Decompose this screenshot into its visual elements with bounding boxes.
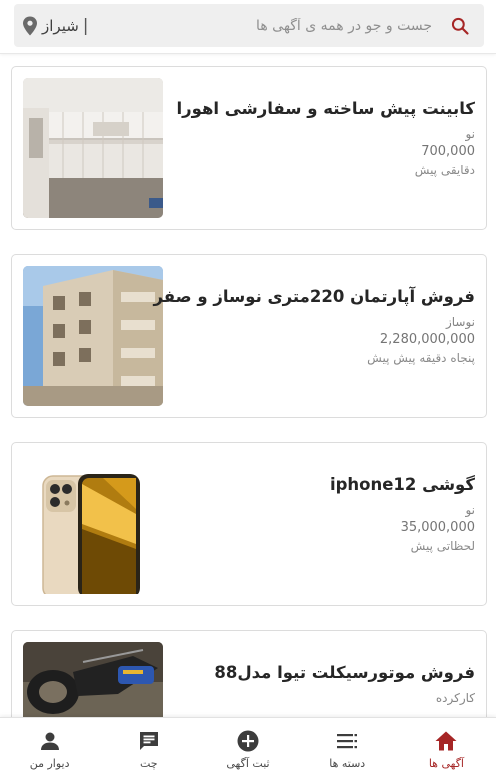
listing-title[interactable]: گوشی iphone12: [175, 473, 475, 497]
listing-condition: نوساز: [445, 315, 475, 329]
city-separator: |: [82, 16, 89, 36]
person-icon: [40, 732, 59, 750]
chat-icon: [139, 731, 158, 750]
listing-card[interactable]: کابینت پیش ساخته و سفارشی اهورا نو 700,0…: [11, 66, 487, 230]
nav-label: ثبت آگهی: [226, 756, 270, 770]
nav-label: دیوار من: [29, 756, 70, 770]
listing-time: پنجاه دقیقه پیش پیش: [367, 351, 475, 365]
nav-label: آگهی ها: [428, 756, 464, 770]
categories-icon: [337, 733, 358, 748]
nav-chat[interactable]: چت: [99, 718, 198, 778]
listing-price: 35,000,000: [400, 520, 475, 535]
listing-image[interactable]: [23, 642, 163, 717]
bottom-navigation: دیوار من چت ثبت آگهی دسته ها آگهی ها: [0, 717, 496, 778]
listing-info: کابینت پیش ساخته و سفارشی اهورا نو 700,0…: [175, 97, 475, 179]
listing-condition: نو: [465, 127, 475, 141]
listing-info: گوشی iphone12 نو 35,000,000 لحظاتی پیش: [175, 473, 475, 555]
listing-condition: نو: [465, 503, 475, 517]
listing-image[interactable]: [23, 78, 163, 218]
top-bar: شیراز |: [0, 0, 496, 54]
listing-price: 700,000: [421, 144, 475, 159]
listing-feed[interactable]: کابینت پیش ساخته و سفارشی اهورا نو 700,0…: [0, 54, 496, 717]
listing-image[interactable]: [23, 454, 163, 594]
search-icon[interactable]: [450, 16, 470, 36]
nav-my-divar[interactable]: دیوار من: [0, 718, 99, 778]
search-bar[interactable]: شیراز |: [14, 4, 484, 47]
nav-label: چت: [140, 756, 158, 770]
home-icon: [435, 731, 457, 750]
listing-condition: کارکرده: [435, 691, 475, 705]
listing-time: دقایقی پیش: [414, 163, 475, 177]
listing-card[interactable]: فروش موتورسیکلت تیوا مدل88 کارکرده: [11, 630, 487, 717]
search-input[interactable]: [172, 14, 432, 38]
listing-info: فروش موتورسیکلت تیوا مدل88 کارکرده: [175, 661, 475, 707]
listing-title[interactable]: کابینت پیش ساخته و سفارشی اهورا: [175, 97, 475, 121]
listing-info: فروش آپارتمان 220متری نوساز و صفر نوساز …: [154, 285, 476, 367]
listing-price: 2,280,000,000: [379, 332, 475, 347]
nav-categories[interactable]: دسته ها: [298, 718, 397, 778]
listing-card[interactable]: گوشی iphone12 نو 35,000,000 لحظاتی پیش: [11, 442, 487, 606]
city-selector[interactable]: شیراز |: [22, 12, 93, 40]
listing-card[interactable]: فروش آپارتمان 220متری نوساز و صفر نوساز …: [11, 254, 487, 418]
nav-post-ad[interactable]: ثبت آگهی: [198, 718, 297, 778]
listing-title[interactable]: فروش موتورسیکلت تیوا مدل88: [175, 661, 475, 685]
add-circle-icon: [237, 730, 259, 751]
nav-label: دسته ها: [329, 756, 366, 770]
city-name: شیراز: [42, 17, 79, 35]
location-pin-icon: [23, 16, 37, 36]
nav-ads[interactable]: آگهی ها: [397, 718, 496, 778]
listing-time: لحظاتی پیش: [410, 539, 475, 553]
listing-image[interactable]: [23, 266, 163, 406]
listing-title[interactable]: فروش آپارتمان 220متری نوساز و صفر: [154, 285, 476, 309]
